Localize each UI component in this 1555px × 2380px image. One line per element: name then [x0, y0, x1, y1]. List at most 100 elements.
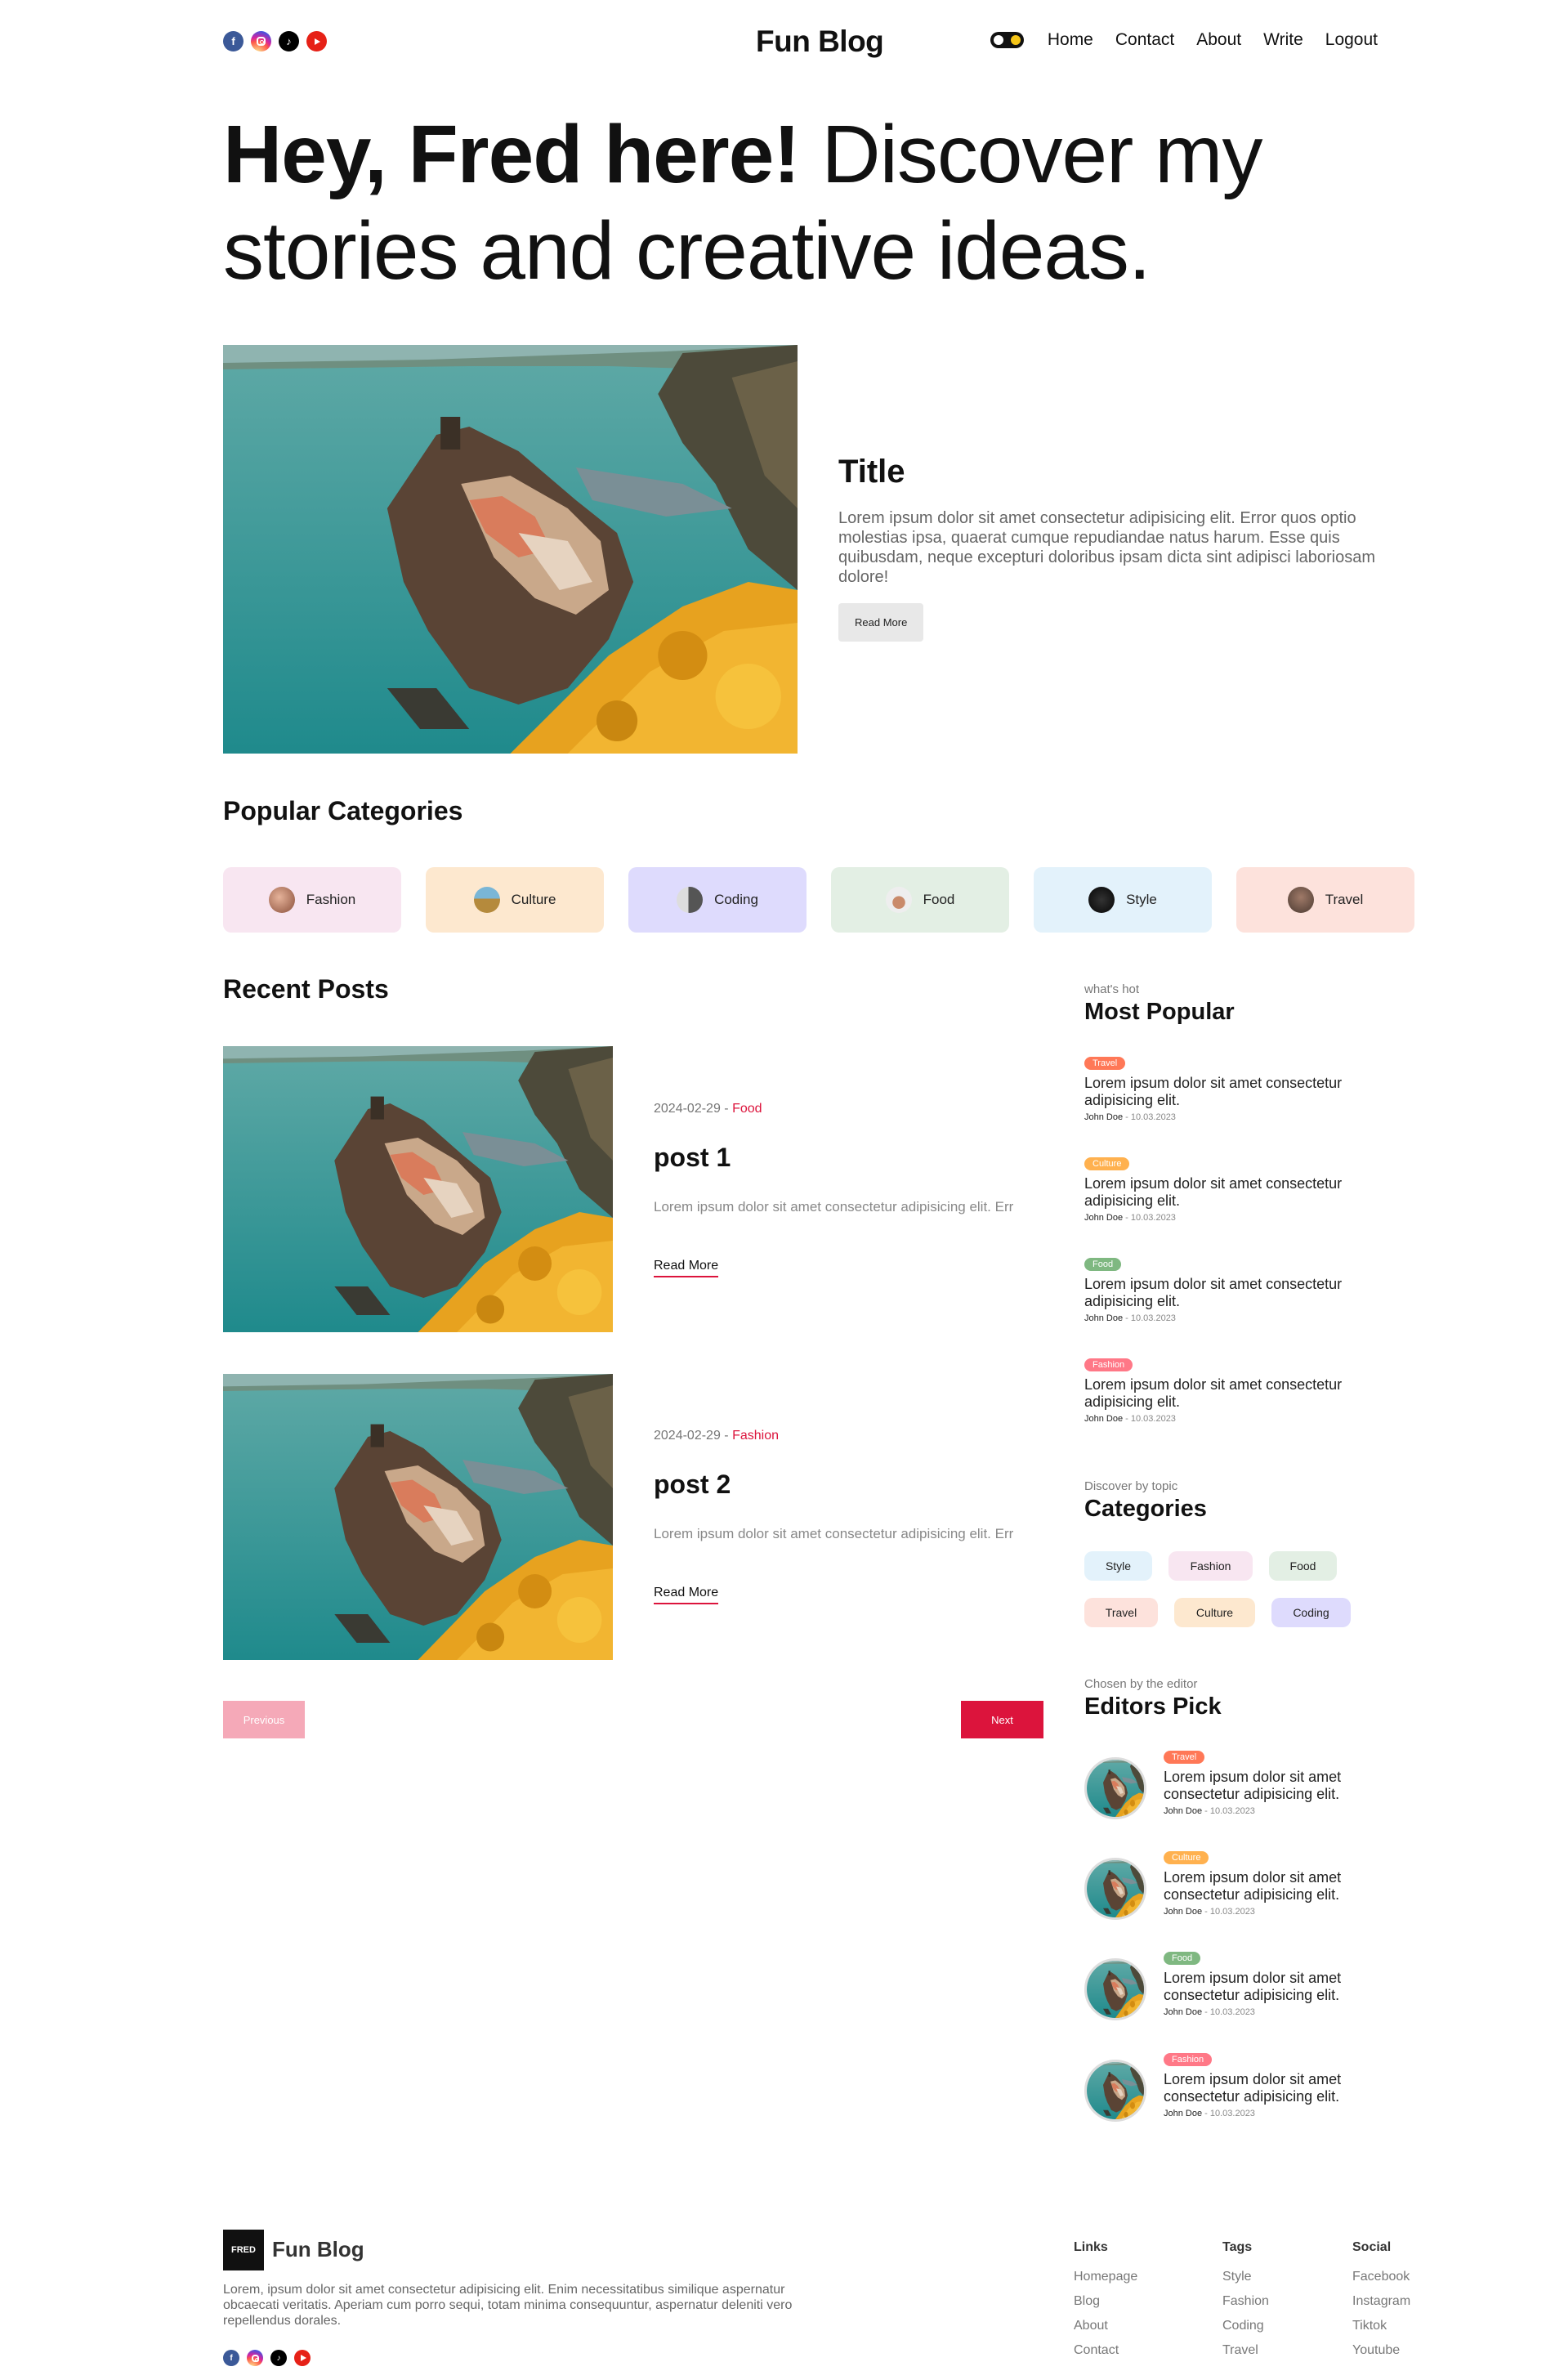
popular-post-byline: John Doe - 10.03.2023: [1084, 1112, 1378, 1122]
category-food[interactable]: Food: [831, 867, 1009, 933]
youtube-icon[interactable]: [306, 31, 327, 51]
facebook-icon[interactable]: f: [223, 2350, 239, 2366]
tiktok-icon[interactable]: ♪: [270, 2350, 287, 2366]
date: - 10.03.2023: [1123, 1313, 1176, 1323]
category-label: Fashion: [306, 892, 356, 907]
popular-post-title[interactable]: Lorem ipsum dolor sit amet consectetur a…: [1084, 1075, 1378, 1109]
facebook-icon[interactable]: f: [223, 31, 244, 51]
category-fashion[interactable]: Fashion: [223, 867, 401, 933]
editors-pick-post[interactable]: Travel Lorem ipsum dolor sit amet consec…: [1084, 1749, 1395, 1819]
most-popular-subtitle: what's hot: [1084, 982, 1140, 996]
food-avatar: [885, 887, 912, 913]
footer-link[interactable]: Style: [1222, 2265, 1269, 2289]
author: John Doe: [1164, 1907, 1203, 1917]
footer-link[interactable]: Blog: [1074, 2289, 1137, 2314]
category-travel[interactable]: Travel: [1236, 867, 1414, 933]
author: John Doe: [1084, 1313, 1124, 1323]
footer-link[interactable]: Facebook: [1352, 2265, 1410, 2289]
popular-categories-title: Popular Categories: [223, 796, 463, 825]
footer-column-heading: Social: [1352, 2240, 1392, 2254]
post-tag: Culture: [1164, 1851, 1209, 1864]
category-style[interactable]: Style: [1034, 867, 1212, 933]
nav-contact-link[interactable]: Contact: [1115, 30, 1174, 50]
featured-post: Title Lorem ipsum dolor sit amet consect…: [838, 454, 1410, 642]
editors-pick-post-title[interactable]: Lorem ipsum dolor sit amet consectetur a…: [1164, 1970, 1392, 2004]
post-read-more-link[interactable]: Read More: [654, 1259, 719, 1277]
featured-title: Title: [838, 454, 905, 490]
theme-toggle[interactable]: [990, 32, 1024, 48]
tiktok-icon[interactable]: ♪: [279, 31, 299, 51]
footer-link[interactable]: Homepage: [1074, 2265, 1137, 2289]
editors-pick-title: Editors Pick: [1084, 1693, 1222, 1720]
social-links: f ♪: [223, 31, 327, 51]
chip-travel[interactable]: Travel: [1084, 1598, 1158, 1627]
post-thumbnail: [1084, 1757, 1146, 1819]
chip-coding[interactable]: Coding: [1271, 1598, 1351, 1627]
popular-post-title[interactable]: Lorem ipsum dolor sit amet consectetur a…: [1084, 1175, 1378, 1210]
post-category[interactable]: Food: [732, 1102, 762, 1116]
editors-pick-byline: John Doe - 10.03.2023: [1164, 2007, 1392, 2017]
category-culture[interactable]: Culture: [426, 867, 604, 933]
nav-write-link[interactable]: Write: [1263, 30, 1303, 50]
footer-link[interactable]: Instagram: [1352, 2289, 1410, 2314]
editors-pick-post[interactable]: Fashion Lorem ipsum dolor sit amet conse…: [1084, 2051, 1395, 2122]
editors-pick-post-title[interactable]: Lorem ipsum dolor sit amet consectetur a…: [1164, 1869, 1392, 1904]
instagram-icon[interactable]: [251, 31, 271, 51]
popular-post[interactable]: Travel Lorem ipsum dolor sit amet consec…: [1084, 1055, 1378, 1122]
recent-posts-title: Recent Posts: [223, 974, 389, 1004]
editors-pick-post[interactable]: Culture Lorem ipsum dolor sit amet conse…: [1084, 1850, 1395, 1920]
footer-description: Lorem, ipsum dolor sit amet consectetur …: [223, 2283, 793, 2328]
previous-page-button[interactable]: Previous: [223, 1701, 305, 1738]
post-image[interactable]: [223, 1374, 613, 1660]
chip-culture[interactable]: Culture: [1174, 1598, 1255, 1627]
chip-food[interactable]: Food: [1269, 1551, 1337, 1581]
popular-post-title[interactable]: Lorem ipsum dolor sit amet consectetur a…: [1084, 1276, 1378, 1310]
author: John Doe: [1084, 1112, 1124, 1122]
footer-link[interactable]: Fashion: [1222, 2289, 1269, 2314]
site-logo[interactable]: Fun Blog: [756, 25, 884, 59]
footer-column-heading: Tags: [1222, 2240, 1253, 2254]
next-page-button[interactable]: Next: [961, 1701, 1043, 1738]
footer-link[interactable]: Tiktok: [1352, 2314, 1410, 2338]
editors-pick-post[interactable]: Food Lorem ipsum dolor sit amet consecte…: [1084, 1950, 1395, 2020]
popular-post-title[interactable]: Lorem ipsum dolor sit amet consectetur a…: [1084, 1376, 1378, 1411]
footer-tags-column: Tags Style Fashion Coding Travel: [1222, 2240, 1269, 2363]
categories-title: Categories: [1084, 1496, 1207, 1522]
featured-read-more-button[interactable]: Read More: [838, 603, 924, 642]
category-coding[interactable]: Coding: [628, 867, 807, 933]
date: - 10.03.2023: [1123, 1213, 1176, 1223]
footer-link[interactable]: Travel: [1222, 2338, 1269, 2363]
youtube-icon[interactable]: [294, 2350, 311, 2366]
category-label: Food: [923, 892, 955, 907]
fashion-avatar: [268, 887, 295, 913]
chip-fashion[interactable]: Fashion: [1168, 1551, 1253, 1581]
post-title[interactable]: post 2: [654, 1470, 731, 1500]
category-label: Travel: [1325, 892, 1364, 907]
post-category[interactable]: Fashion: [732, 1429, 779, 1443]
footer-link[interactable]: Contact: [1074, 2338, 1137, 2363]
category-label: Style: [1126, 892, 1157, 907]
instagram-icon[interactable]: [247, 2350, 263, 2366]
editors-pick-post-title[interactable]: Lorem ipsum dolor sit amet consectetur a…: [1164, 2071, 1392, 2105]
nav-about-link[interactable]: About: [1196, 30, 1241, 50]
footer-link[interactable]: About: [1074, 2314, 1137, 2338]
featured-description: Lorem ipsum dolor sit amet consectetur a…: [838, 509, 1376, 586]
post-image[interactable]: [223, 1046, 613, 1332]
footer-social-column: Social Facebook Instagram Tiktok Youtube: [1352, 2240, 1410, 2363]
chip-style[interactable]: Style: [1084, 1551, 1152, 1581]
editors-pick-post-title[interactable]: Lorem ipsum dolor sit amet consectetur a…: [1164, 1769, 1392, 1803]
post-thumbnail: [1084, 2060, 1146, 2122]
culture-avatar: [473, 887, 500, 913]
popular-post[interactable]: Food Lorem ipsum dolor sit amet consecte…: [1084, 1256, 1378, 1323]
post-meta: 2024-02-29 - Fashion: [654, 1429, 779, 1443]
style-avatar: [1088, 887, 1115, 913]
post-tag: Food: [1164, 1952, 1201, 1965]
footer-link[interactable]: Coding: [1222, 2314, 1269, 2338]
post-title[interactable]: post 1: [654, 1143, 731, 1173]
popular-post[interactable]: Culture Lorem ipsum dolor sit amet conse…: [1084, 1156, 1378, 1223]
nav-logout-link[interactable]: Logout: [1325, 30, 1378, 50]
footer-link[interactable]: Youtube: [1352, 2338, 1410, 2363]
nav-home-link[interactable]: Home: [1048, 30, 1093, 50]
post-read-more-link[interactable]: Read More: [654, 1586, 719, 1604]
popular-post[interactable]: Fashion Lorem ipsum dolor sit amet conse…: [1084, 1357, 1378, 1424]
